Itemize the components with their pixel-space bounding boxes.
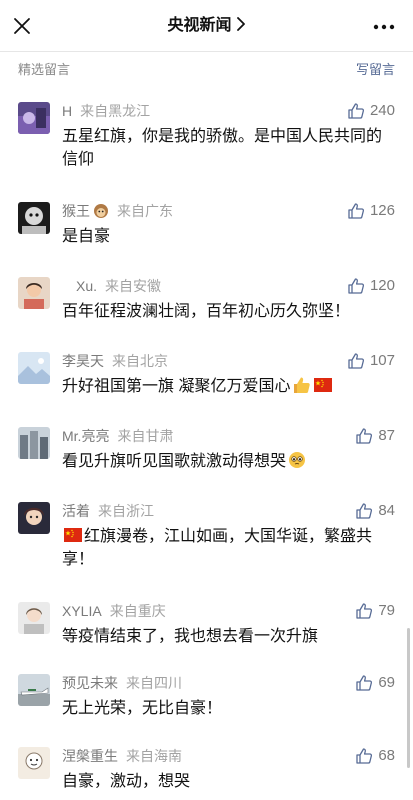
comment-text: 无上光荣，无比自豪！: [62, 700, 223, 717]
like-button[interactable]: 120: [347, 276, 395, 296]
account-title-link[interactable]: 央视新闻: [0, 16, 413, 36]
like-button[interactable]: 69: [355, 673, 395, 693]
commenter-name[interactable]: Xu.: [76, 278, 97, 294]
thumbs-up-icon: [348, 278, 364, 294]
like-count: 240: [369, 102, 395, 119]
comment-text: 是自豪: [62, 228, 111, 245]
like-button[interactable]: 79: [355, 601, 395, 621]
commenter-name[interactable]: 预见未来: [62, 675, 118, 691]
avatar[interactable]: [18, 427, 50, 459]
comment-text: 百年征程波澜壮阔，百年初心历久弥坚！: [62, 303, 351, 320]
comment-text: 升好祖国第一旗 凝聚亿万爱国心: [62, 378, 291, 395]
avatar[interactable]: [18, 277, 50, 309]
commenter-location: 来自广东: [117, 203, 173, 219]
like-button[interactable]: 87: [355, 426, 395, 446]
section-title: 精选留言: [18, 62, 71, 77]
thumbs-up-icon: [356, 428, 373, 444]
commenter-location: 来自黑龙江: [80, 103, 151, 119]
commenter-location: 来自重庆: [109, 603, 166, 619]
like-count: 126: [369, 202, 395, 219]
thumbs-up-icon: [348, 203, 364, 219]
more-icon[interactable]: [373, 24, 395, 30]
comment-text: 自豪，激动，想哭: [62, 773, 191, 790]
nav-bar: 央视新闻: [0, 0, 413, 52]
thumbs-up-icon: [348, 353, 364, 369]
teary-face-emoji-icon: [289, 452, 306, 468]
thumbs-up-icon: [356, 603, 373, 619]
commenter-name[interactable]: XYLIA: [62, 603, 102, 619]
comments-section-header: 精选留言 写留言: [0, 52, 413, 86]
commenter-name[interactable]: 活着: [62, 503, 90, 519]
like-button[interactable]: 240: [347, 101, 395, 121]
commenter-name[interactable]: 涅槃重生: [62, 748, 118, 764]
like-count: 68: [378, 747, 395, 764]
like-button[interactable]: 126: [347, 201, 395, 221]
avatar[interactable]: [18, 602, 50, 634]
scrollbar[interactable]: [407, 628, 410, 768]
monkey-emoji-icon: [94, 204, 108, 218]
china-flag-icon: [64, 528, 82, 542]
comment-text-row: 红旗漫卷，江山如画，大国华诞，繁盛共享！: [62, 525, 386, 571]
avatar[interactable]: [18, 747, 50, 779]
thumbs-up-icon: [356, 503, 373, 519]
avatar[interactable]: [18, 674, 50, 706]
commenter-name[interactable]: 猴王: [62, 203, 90, 219]
comment-text: 等疫情结束了，我也想去看一次升旗: [62, 628, 319, 645]
avatar[interactable]: [18, 502, 50, 534]
comment-text-row: 看见升旗听见国歌就激动得想哭: [62, 450, 386, 473]
avatar[interactable]: [18, 102, 50, 134]
commenter-name[interactable]: 李昊天: [62, 353, 104, 369]
page-title: 央视新闻: [167, 17, 232, 34]
like-count: 120: [369, 277, 395, 294]
like-button[interactable]: 107: [347, 351, 395, 371]
like-count: 84: [378, 502, 395, 519]
like-count: 87: [378, 427, 395, 444]
like-count: 107: [369, 352, 395, 369]
thumbs-up-icon: [348, 103, 364, 119]
commenter-location: 来自甘肃: [117, 428, 174, 444]
like-button[interactable]: 84: [355, 501, 395, 521]
commenter-location: 来自四川: [126, 675, 182, 691]
like-button[interactable]: 68: [355, 746, 395, 766]
chevron-right-icon: [236, 17, 245, 31]
china-flag-icon: [314, 378, 333, 392]
avatar[interactable]: [18, 352, 50, 384]
like-count: 79: [378, 602, 395, 619]
avatar[interactable]: [18, 202, 50, 234]
write-comment-button[interactable]: 写留言: [356, 62, 395, 78]
comment-text: 五星红旗，你是我的骄傲。是中国人民共同的信仰: [62, 128, 383, 168]
commenter-location: 来自北京: [112, 353, 168, 369]
commenter-location: 来自海南: [126, 748, 182, 764]
like-count: 69: [378, 674, 395, 691]
commenter-location: 来自浙江: [98, 503, 154, 519]
thumbs-up-icon: [356, 675, 373, 691]
thumbs-up-emoji-icon: [294, 377, 311, 393]
commenter-name[interactable]: Mr.亮亮: [62, 428, 109, 444]
commenter-name[interactable]: H: [62, 103, 72, 119]
comment-text: 看见升旗听见国歌就激动得想哭: [62, 453, 287, 470]
comment-text-row: 升好祖国第一旗 凝聚亿万爱国心: [62, 375, 386, 398]
commenter-location: 来自安徽: [105, 278, 162, 294]
comment-text: 红旗漫卷，江山如画，大国华诞，繁盛共享！: [62, 528, 373, 568]
thumbs-up-icon: [356, 748, 373, 764]
